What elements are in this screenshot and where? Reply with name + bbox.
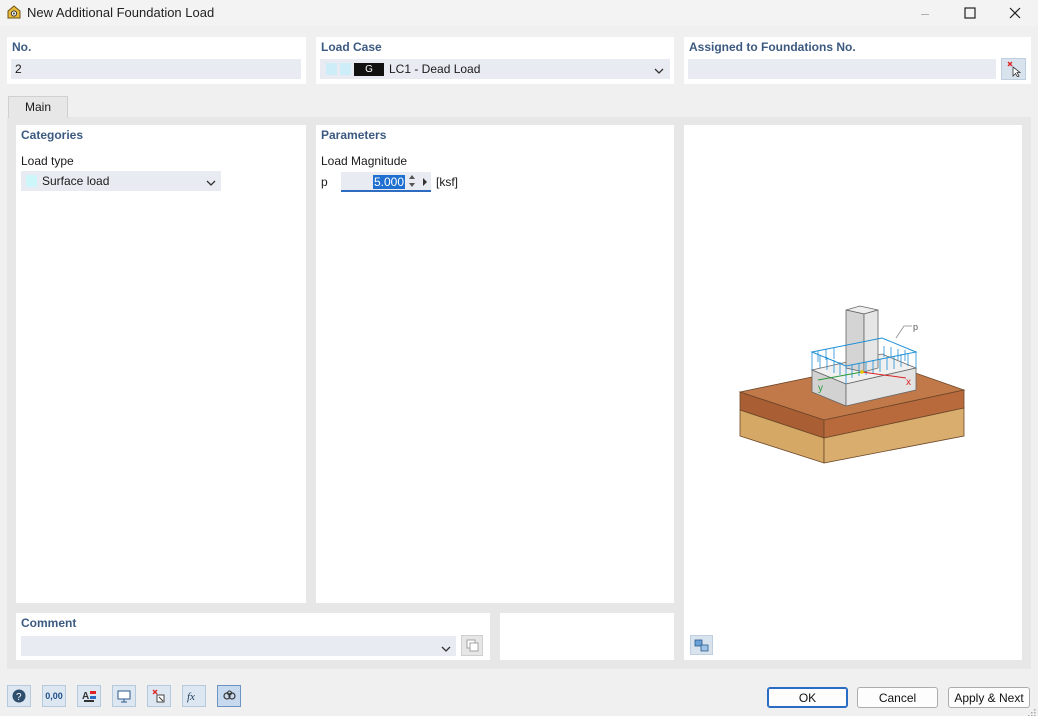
function-icon: fx	[187, 691, 195, 703]
view-button[interactable]	[112, 685, 136, 707]
svg-text:?: ?	[16, 692, 22, 703]
number-value: 2	[15, 62, 22, 76]
assigned-label: Assigned to Foundations No.	[689, 40, 856, 54]
axis-x-label: x	[906, 377, 911, 388]
pick-cursor-icon	[1007, 61, 1021, 77]
parameters-panel: Parameters Load Magnitude p 5.000 [ksf]	[316, 125, 674, 603]
load-magnitude-value: 5.000	[373, 175, 406, 189]
load-case-select[interactable]: G LC1 - Dead Load	[320, 59, 670, 79]
resize-grip-icon[interactable]	[1027, 706, 1036, 716]
display-icon: A	[82, 691, 96, 702]
close-button[interactable]	[992, 0, 1038, 26]
tab-main[interactable]: Main	[8, 96, 68, 118]
function-button[interactable]: fx	[182, 685, 206, 707]
load-case-badge: G	[354, 63, 384, 76]
spinner-icon[interactable]	[408, 173, 416, 192]
categories-panel: Categories Load type Surface load	[16, 125, 306, 603]
load-case-label: Load Case	[321, 40, 382, 54]
view-icon	[117, 690, 131, 703]
load-case-value: LC1 - Dead Load	[389, 62, 481, 76]
select-button[interactable]	[147, 685, 171, 707]
comment-label: Comment	[21, 616, 77, 630]
load-type-select[interactable]: Surface load	[21, 171, 221, 191]
help-icon: ?	[12, 689, 26, 703]
categories-title: Categories	[21, 128, 84, 142]
settings-icon	[223, 690, 236, 700]
copy-icon	[466, 639, 478, 652]
preview-panel: p x y	[684, 125, 1022, 660]
foundation-load-figure: p x y	[738, 305, 966, 464]
load-case-panel: Load Case G LC1 - Dead Load	[316, 37, 674, 84]
label-p: p	[913, 322, 918, 332]
apply-next-button[interactable]: Apply & Next	[948, 687, 1030, 708]
parameters-title: Parameters	[321, 128, 387, 142]
cancel-button[interactable]: Cancel	[857, 687, 938, 708]
window-title: New Additional Foundation Load	[27, 5, 215, 20]
load-symbol: p	[321, 175, 328, 189]
display-button[interactable]: A	[77, 685, 101, 707]
expand-arrow-icon[interactable]	[422, 176, 428, 190]
load-type-value: Surface load	[42, 174, 110, 188]
svg-text:fx: fx	[187, 691, 195, 703]
number-panel: No. 2	[7, 37, 306, 84]
number-field[interactable]: 2	[11, 59, 301, 79]
number-label: No.	[12, 40, 32, 54]
units-icon: 0,00	[45, 691, 63, 701]
comment-input[interactable]	[21, 636, 456, 656]
help-button[interactable]: ?	[7, 685, 31, 707]
settings-button[interactable]	[217, 685, 241, 707]
load-magnitude-input[interactable]: 5.000	[341, 172, 431, 192]
load-type-label: Load type	[21, 154, 74, 168]
assigned-field[interactable]	[688, 59, 996, 79]
load-magnitude-label: Load Magnitude	[321, 154, 408, 168]
load-unit: [ksf]	[436, 175, 459, 189]
view-switch-icon	[694, 639, 709, 651]
pick-foundation-button[interactable]	[1001, 58, 1026, 80]
view-options-button[interactable]	[690, 635, 713, 655]
assigned-panel: Assigned to Foundations No.	[684, 37, 1031, 84]
comment-panel: Comment	[16, 613, 490, 660]
axis-y-label: y	[818, 383, 823, 394]
chevron-down-icon[interactable]	[441, 642, 451, 656]
units-button[interactable]: 0,00	[42, 685, 66, 707]
info-panel	[500, 613, 674, 660]
color-swatch-icon	[340, 63, 351, 75]
color-swatch-icon	[26, 175, 37, 187]
app-logo-icon	[6, 4, 22, 20]
color-swatch-icon	[326, 63, 337, 75]
comment-library-button[interactable]	[461, 635, 483, 656]
chevron-down-icon[interactable]	[206, 176, 216, 190]
select-icon	[152, 689, 165, 703]
chevron-down-icon[interactable]	[654, 64, 664, 78]
minimize-button[interactable]: –	[902, 0, 948, 26]
ok-button[interactable]: OK	[767, 687, 848, 708]
maximize-button[interactable]	[947, 0, 993, 26]
